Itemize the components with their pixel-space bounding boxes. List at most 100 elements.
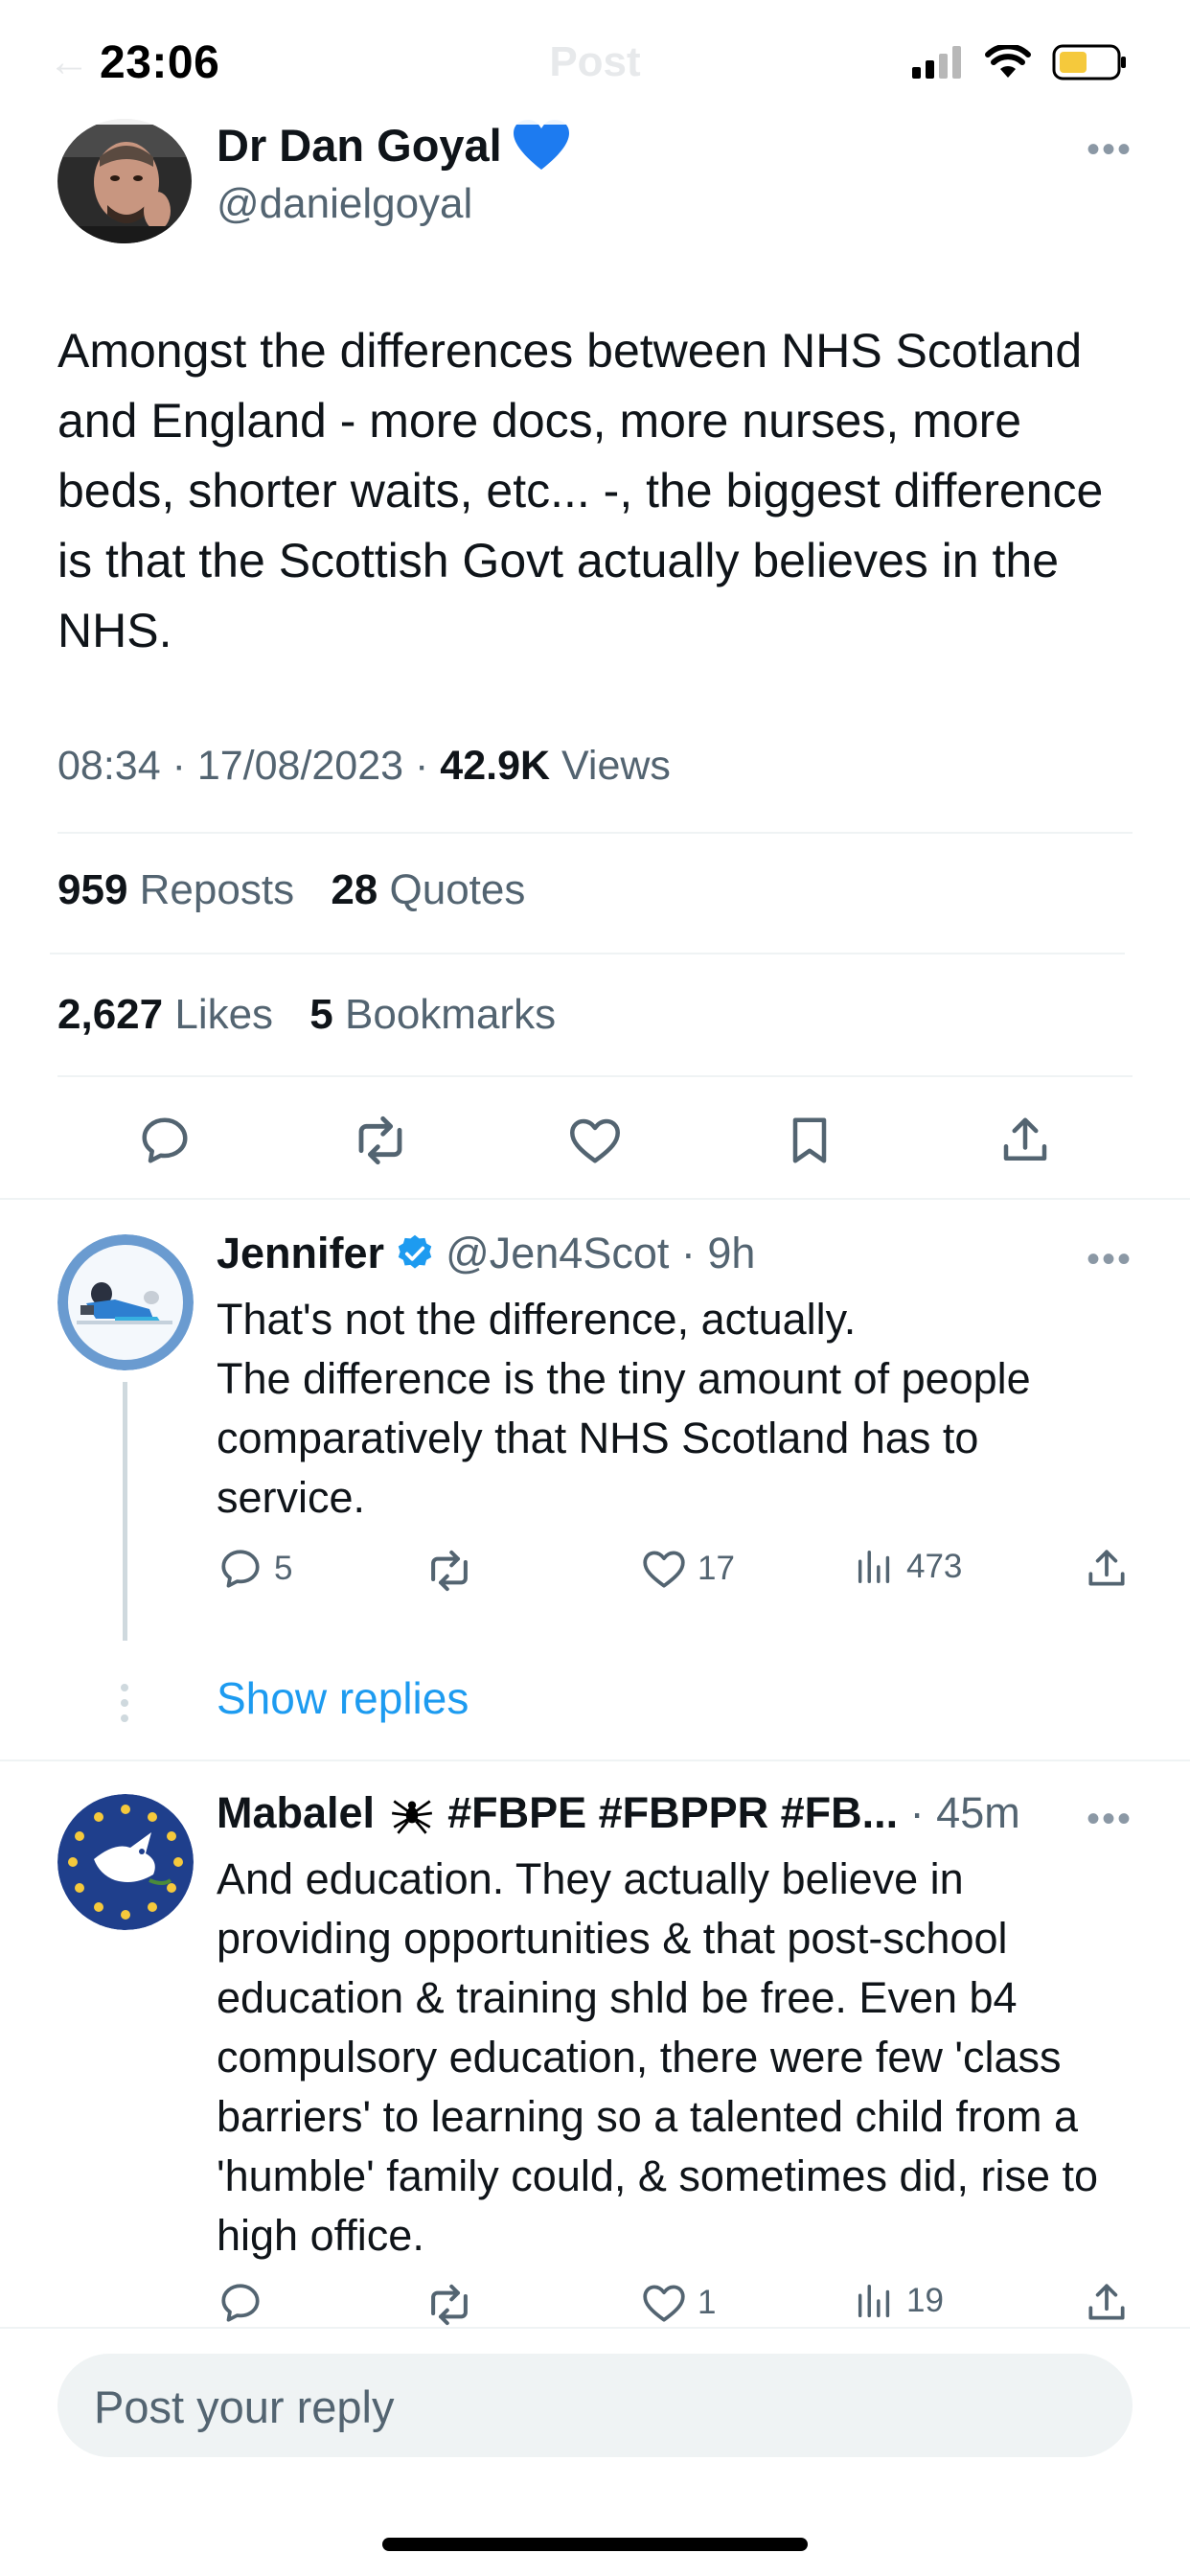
reposts-label: Reposts bbox=[139, 866, 295, 913]
reply-icon bbox=[221, 2284, 260, 2322]
wifi-icon bbox=[985, 45, 1031, 78]
reply-count: 5 bbox=[274, 1550, 293, 1587]
tweet-date[interactable]: 17/08/2023 bbox=[197, 743, 403, 789]
reply-like-button[interactable]: 17 bbox=[640, 1545, 735, 1593]
home-indicator[interactable] bbox=[382, 2538, 808, 2551]
meta-separator: · bbox=[172, 743, 197, 789]
divider bbox=[57, 832, 1133, 834]
reply-share-button[interactable] bbox=[1083, 1545, 1131, 1593]
heart-icon bbox=[643, 2285, 685, 2322]
reply-repost-button[interactable] bbox=[423, 2279, 475, 2331]
reply-header: Mabalel #FBPE #FBPPR #FB... · 45m bbox=[217, 1788, 1020, 1838]
status-bar: ← Post 23:06 bbox=[0, 0, 1190, 125]
views-count: 42.9K bbox=[440, 743, 551, 789]
reply-input[interactable]: Post your reply bbox=[57, 2354, 1133, 2457]
reply-author-name[interactable]: Jennifer bbox=[217, 1229, 384, 1278]
reply-reply-button[interactable] bbox=[217, 2279, 264, 2327]
share-icon bbox=[1003, 1117, 1046, 1161]
likes-count: 2,627 bbox=[57, 991, 164, 1038]
views-chart-icon bbox=[858, 1550, 890, 1584]
cellular-signal-icon bbox=[912, 46, 961, 79]
show-replies-link[interactable]: Show replies bbox=[217, 1672, 469, 1724]
reply-share-button[interactable] bbox=[1083, 2279, 1131, 2327]
reply-handle[interactable]: @Jen4Scot bbox=[446, 1229, 669, 1278]
reply-text: That's not the difference, actually. The… bbox=[217, 1295, 1031, 1522]
tweet-text: Amongst the differences between NHS Scot… bbox=[57, 324, 1104, 657]
quotes-stat[interactable]: 28 Quotes bbox=[331, 866, 525, 913]
reply-author-name-suffix[interactable]: #FBPE #FBPPR #FB... bbox=[447, 1788, 898, 1838]
bookmarks-count: 5 bbox=[309, 991, 333, 1038]
reposts-count: 959 bbox=[57, 866, 128, 913]
reply-avatar[interactable] bbox=[57, 1794, 194, 1930]
views-chart-icon bbox=[858, 2284, 890, 2318]
share-button[interactable] bbox=[995, 1110, 1056, 1171]
like-count: 17 bbox=[698, 1550, 735, 1587]
reply-views-button[interactable]: 473 bbox=[853, 1545, 962, 1589]
tweet-action-bar bbox=[57, 1102, 1133, 1179]
heart-icon bbox=[569, 1118, 620, 1163]
reply-time[interactable]: 9h bbox=[707, 1229, 755, 1278]
divider bbox=[0, 1760, 1190, 1761]
reply-views-button[interactable]: 19 bbox=[853, 2279, 944, 2323]
reply-more-options-icon[interactable]: ••• bbox=[1087, 1798, 1133, 1841]
author-handle[interactable]: @danielgoyal bbox=[217, 180, 472, 228]
bookmarks-label: Bookmarks bbox=[345, 991, 557, 1038]
repost-quote-stats: 959 Reposts 28 Quotes bbox=[57, 866, 525, 914]
like-count: 1 bbox=[698, 2284, 717, 2321]
spider-icon bbox=[392, 1800, 433, 1834]
thread-line bbox=[123, 1382, 127, 1641]
blue-heart-icon bbox=[513, 119, 569, 170]
avatar[interactable] bbox=[57, 119, 192, 243]
reply-like-button[interactable]: 1 bbox=[640, 2279, 716, 2327]
view-count: 19 bbox=[906, 2282, 944, 2319]
reply-header: Jennifer @Jen4Scot · 9h bbox=[217, 1229, 755, 1278]
reposts-stat[interactable]: 959 Reposts bbox=[57, 866, 294, 913]
author-name-text: Dr Dan Goyal bbox=[217, 120, 502, 171]
reply-action-bar: 5 17 473 bbox=[217, 1545, 1136, 1602]
like-bookmark-stats: 2,627 Likes 5 Bookmarks bbox=[57, 991, 556, 1039]
tweet-time[interactable]: 08:34 bbox=[57, 743, 161, 789]
divider bbox=[50, 953, 1125, 954]
repost-icon bbox=[431, 1550, 468, 1592]
repost-icon bbox=[431, 2284, 468, 2326]
share-icon bbox=[1088, 1550, 1125, 1586]
battery-icon bbox=[1052, 44, 1126, 80]
meta-separator: · bbox=[415, 743, 441, 789]
heart-icon bbox=[643, 1551, 685, 1588]
repost-icon bbox=[358, 1116, 401, 1165]
reply-icon bbox=[221, 1550, 260, 1588]
repost-button[interactable] bbox=[350, 1110, 411, 1171]
bookmark-icon bbox=[793, 1117, 827, 1163]
divider bbox=[57, 1075, 1133, 1077]
reply-button[interactable] bbox=[134, 1110, 195, 1171]
reply-icon bbox=[142, 1117, 188, 1163]
reply-avatar[interactable] bbox=[57, 1234, 194, 1370]
reply-composer-bar: Post your reply bbox=[0, 2327, 1190, 2576]
status-time: 23:06 bbox=[100, 37, 220, 88]
reply-more-options-icon[interactable]: ••• bbox=[1087, 1238, 1133, 1281]
quotes-count: 28 bbox=[331, 866, 378, 913]
thread-dots-icon bbox=[121, 1684, 128, 1722]
reply-reply-button[interactable]: 5 bbox=[217, 1545, 292, 1593]
bookmarks-stat[interactable]: 5 Bookmarks bbox=[309, 991, 556, 1038]
reply-repost-button[interactable] bbox=[423, 1545, 475, 1597]
likes-stat[interactable]: 2,627 Likes bbox=[57, 991, 273, 1038]
reply-input-placeholder: Post your reply bbox=[94, 2381, 395, 2432]
more-options-icon[interactable]: ••• bbox=[1087, 128, 1133, 172]
like-button[interactable] bbox=[564, 1110, 626, 1171]
likes-label: Likes bbox=[174, 991, 274, 1038]
reply-dot: · bbox=[669, 1229, 708, 1277]
author-name[interactable]: Dr Dan Goyal bbox=[217, 119, 569, 172]
reply-dot: · bbox=[898, 1788, 937, 1837]
views-label: Views bbox=[561, 743, 671, 789]
tweet-meta: 08:34 · 17/08/2023 · 42.9K Views bbox=[57, 743, 671, 790]
reply-time[interactable]: 45m bbox=[936, 1788, 1020, 1838]
view-count: 473 bbox=[906, 1548, 963, 1585]
divider bbox=[0, 1198, 1190, 1200]
status-icons bbox=[912, 44, 1129, 80]
share-icon bbox=[1088, 2284, 1125, 2320]
reply-author-name[interactable]: Mabalel bbox=[217, 1788, 375, 1838]
reply-text: And education. They actually believe in … bbox=[217, 1854, 1099, 2260]
bookmark-button[interactable] bbox=[779, 1110, 840, 1171]
quotes-label: Quotes bbox=[389, 866, 526, 913]
